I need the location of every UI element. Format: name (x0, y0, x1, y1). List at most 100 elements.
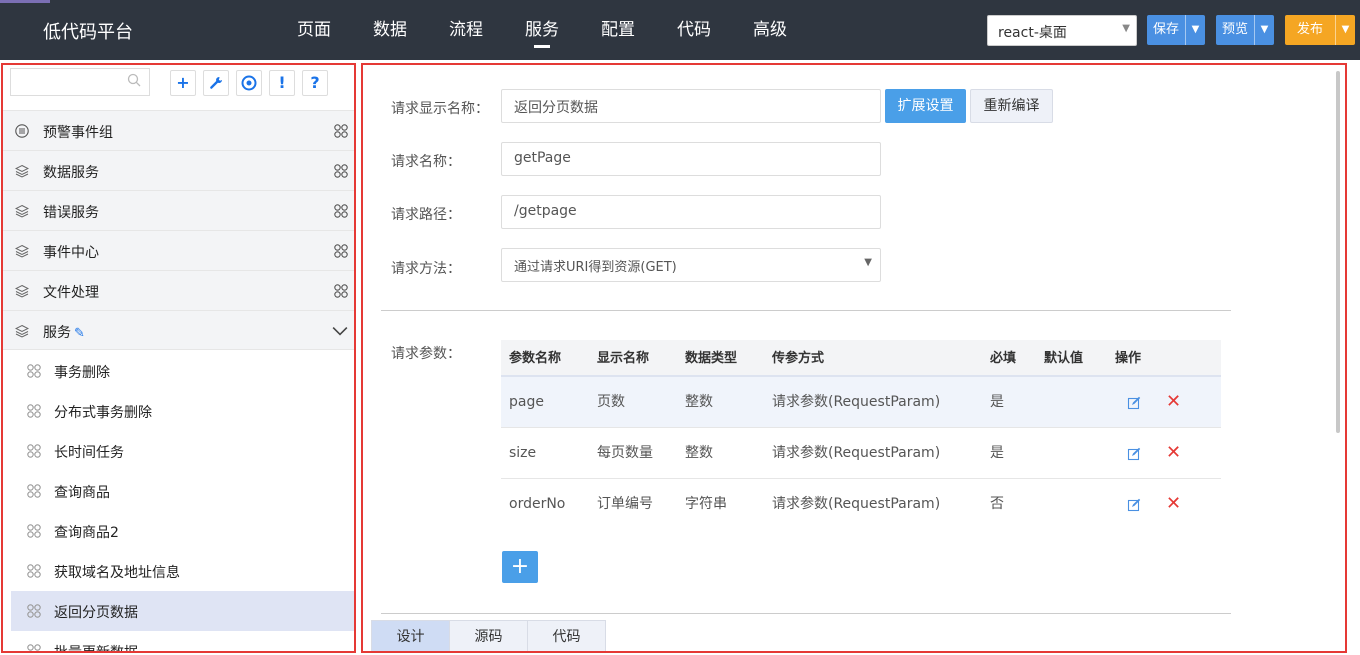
request-name-label: 请求名称： (391, 154, 461, 170)
param-name: size (509, 445, 537, 461)
tree-search-input[interactable] (10, 68, 150, 96)
layers-icon (15, 284, 29, 298)
ext-settings-button[interactable]: 扩展设置 (885, 89, 966, 123)
publish-button[interactable]: 发布 ▼ (1285, 15, 1355, 45)
column-header: 显示名称 (597, 351, 650, 366)
node-icon (27, 404, 41, 418)
node-icon (27, 644, 41, 651)
save-button[interactable]: 保存 ▼ (1147, 15, 1206, 45)
tree-item[interactable]: 分布式事务删除 (11, 391, 354, 431)
main-nav: 页面 数据 流程 服务 配置 代码 高级 (276, 0, 808, 60)
recompile-button[interactable]: 重新编译 (970, 89, 1053, 123)
nav-item-page[interactable]: 页面 (276, 0, 352, 60)
edit-icon[interactable] (1127, 447, 1141, 461)
request-method-select[interactable]: 通过请求URI得到资源(GET) ▼ (501, 248, 881, 282)
nav-item-advanced[interactable]: 高级 (732, 0, 808, 60)
preview-dropdown-icon[interactable]: ▼ (1254, 15, 1274, 45)
grid-icon[interactable] (334, 124, 348, 138)
tree-group-label: 数据服务 (43, 165, 99, 181)
editor-scrollbar[interactable] (1336, 71, 1340, 433)
param-name: page (509, 394, 544, 410)
params-label: 请求参数： (391, 346, 461, 362)
table-row[interactable]: page 页数 整数 请求参数(RequestParam) 是 ✕ (501, 377, 1221, 428)
delete-icon[interactable]: ✕ (1166, 443, 1181, 463)
help-icon[interactable]: ? (302, 70, 328, 96)
table-row[interactable]: orderNo 订单编号 字符串 请求参数(RequestParam) 否 ✕ (501, 479, 1221, 530)
display-name-input[interactable]: 返回分页数据 (501, 89, 881, 123)
preview-label: 预览 (1222, 22, 1249, 37)
tree-group-expanded[interactable]: 服务 ✎ (3, 310, 354, 350)
publish-dropdown-icon[interactable]: ▼ (1335, 15, 1355, 45)
wrench-icon[interactable] (203, 70, 229, 96)
request-path-input[interactable]: /getpage (501, 195, 881, 229)
grid-icon[interactable] (334, 204, 348, 218)
node-icon (27, 524, 41, 538)
divider (381, 310, 1231, 311)
tree-item-label: 获取域名及地址信息 (54, 565, 180, 581)
tree-item[interactable]: 批量更新数据 (11, 631, 354, 651)
tree-item-label: 长时间任务 (54, 445, 124, 461)
grid-icon[interactable] (334, 244, 348, 258)
tree-item-label: 查询商品 (54, 485, 110, 501)
delete-icon[interactable]: ✕ (1166, 494, 1181, 514)
request-name-input[interactable]: getPage (501, 142, 881, 176)
tree-item[interactable]: 长时间任务 (11, 431, 354, 471)
tab-design[interactable]: 设计 (371, 620, 450, 651)
edit-icon[interactable] (1127, 498, 1141, 512)
param-type: 整数 (685, 445, 713, 461)
save-dropdown-icon[interactable]: ▼ (1185, 15, 1205, 45)
add-param-button[interactable]: + (502, 551, 538, 583)
tree-item[interactable]: 查询商品2 (11, 511, 354, 551)
edit-icon[interactable] (1127, 396, 1141, 410)
save-label: 保存 (1153, 22, 1180, 37)
request-method-value: 通过请求URI得到资源(GET) (514, 260, 677, 275)
param-type: 整数 (685, 394, 713, 410)
alert-icon[interactable]: ! (269, 70, 295, 96)
node-icon (27, 484, 41, 498)
tree-group[interactable]: 数据服务 (3, 150, 354, 190)
tree-item[interactable]: 查询商品 (11, 471, 354, 511)
tree-item-label: 批量更新数据 (54, 642, 138, 651)
tree-group[interactable]: 事件中心 (3, 230, 354, 270)
nav-item-service[interactable]: 服务 (504, 0, 580, 60)
node-icon (27, 604, 41, 618)
nav-item-flow[interactable]: 流程 (428, 0, 504, 60)
add-icon[interactable]: + (170, 70, 196, 96)
request-method-label: 请求方法： (391, 261, 461, 277)
layers-icon (15, 204, 29, 218)
params-table: 参数名称 显示名称 数据类型 传参方式 必填 默认值 操作 page 页数 整数… (501, 340, 1221, 530)
top-bar: 低代码平台 页面 数据 流程 服务 配置 代码 高级 react-桌面 ▼ 保存… (0, 0, 1360, 60)
editor-tabs: 设计 源码 代码 (371, 620, 606, 651)
tree-group[interactable]: 预警事件组 (3, 110, 354, 150)
chevron-down-icon[interactable] (332, 323, 348, 339)
tree-group-label: 错误服务 (43, 205, 99, 221)
layers-icon (15, 324, 29, 338)
delete-icon[interactable]: ✕ (1166, 392, 1181, 412)
param-name: orderNo (509, 496, 566, 512)
param-display: 每页数量 (597, 445, 653, 461)
tree-group[interactable]: 文件处理 (3, 270, 354, 310)
target-icon[interactable] (236, 70, 262, 96)
nav-item-data[interactable]: 数据 (352, 0, 428, 60)
grid-icon[interactable] (334, 284, 348, 298)
table-row[interactable]: size 每页数量 整数 请求参数(RequestParam) 是 ✕ (501, 428, 1221, 479)
preview-button[interactable]: 预览 ▼ (1216, 15, 1275, 45)
node-icon (27, 444, 41, 458)
tree-item[interactable]: 事务删除 (11, 351, 354, 391)
nav-item-code[interactable]: 代码 (656, 0, 732, 60)
tree-group[interactable]: 错误服务 (3, 190, 354, 230)
tree-item-selected[interactable]: 返回分页数据 (11, 591, 354, 631)
param-mode: 请求参数(RequestParam) (772, 445, 941, 461)
tree-item[interactable]: 获取域名及地址信息 (11, 551, 354, 591)
tab-source[interactable]: 源码 (449, 620, 528, 651)
node-icon (27, 364, 41, 378)
tree-scrollbar[interactable] (354, 65, 356, 651)
pencil-icon[interactable]: ✎ (74, 326, 85, 341)
tab-code[interactable]: 代码 (527, 620, 606, 651)
project-select[interactable]: react-桌面 ▼ (987, 15, 1137, 46)
nav-item-config[interactable]: 配置 (580, 0, 656, 60)
param-display: 订单编号 (597, 496, 653, 512)
grid-icon[interactable] (334, 164, 348, 178)
column-header: 数据类型 (685, 351, 738, 366)
chevron-down-icon: ▼ (864, 257, 872, 268)
